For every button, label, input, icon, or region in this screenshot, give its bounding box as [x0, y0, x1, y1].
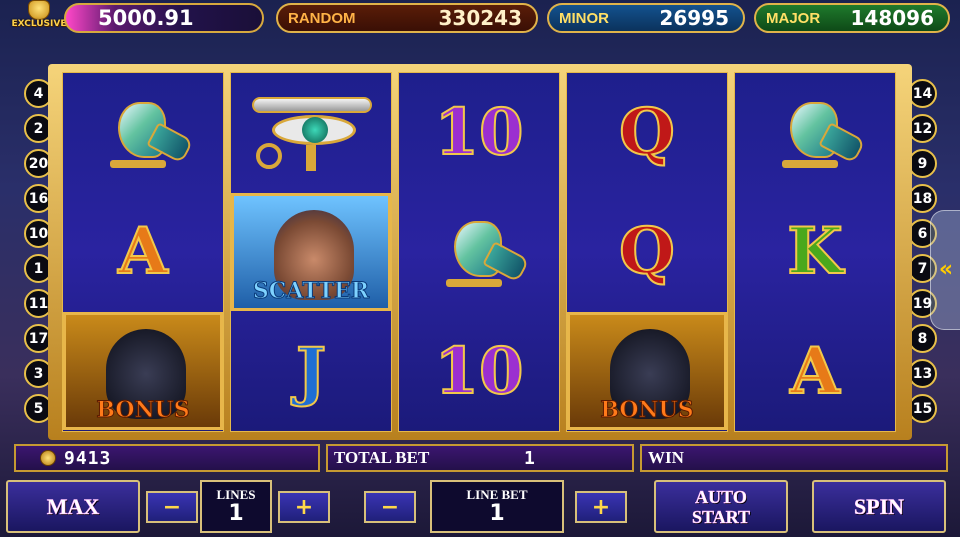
reel-cell — [735, 73, 895, 192]
card-symbol: K — [786, 213, 844, 290]
jackpot-value: 26995 — [659, 6, 729, 30]
reel-2: SCATTER J — [230, 72, 392, 432]
start-label: START — [691, 506, 751, 527]
jackpot-random: RANDOM 330243 — [276, 3, 538, 33]
falcon-icon — [770, 90, 866, 176]
reel-cell: 10 — [399, 312, 559, 431]
reel-1: A BONUS — [62, 72, 224, 432]
win-bar: WIN — [640, 444, 948, 472]
coin-icon — [40, 450, 56, 466]
line-bet-label: LINE BET — [466, 487, 528, 502]
reel-cell — [231, 73, 391, 192]
payline-badge[interactable]: 15 — [908, 394, 937, 423]
jackpot-label: RANDOM — [288, 9, 356, 27]
reels-grid: A BONUS SCATTER J 10 10 Q Q BONUS K A — [62, 72, 898, 432]
auto-start-button[interactable]: AUTO START — [654, 480, 788, 533]
card-symbol: Q — [618, 213, 676, 290]
payline-badge[interactable]: 8 — [908, 324, 937, 353]
lines-increase-button[interactable]: + — [278, 491, 330, 523]
line-bet-display: LINE BET 1 — [430, 480, 564, 533]
spin-button[interactable]: SPIN — [812, 480, 946, 533]
total-bet-value: 1 — [524, 447, 536, 469]
bonus-symbol: BONUS — [63, 312, 223, 431]
lines-display: LINES 1 — [200, 480, 272, 533]
card-symbol: J — [295, 333, 327, 410]
reel-cell: A — [63, 192, 223, 311]
jackpot-value: 148096 — [850, 6, 935, 30]
reel-cell: J — [231, 312, 391, 431]
reels-frame: A BONUS SCATTER J 10 10 Q Q BONUS K A — [48, 64, 912, 440]
lines-label: LINES — [216, 487, 256, 502]
card-symbol: 10 — [433, 94, 524, 171]
double-chevron-left-icon: « — [938, 257, 954, 282]
scatter-label: SCATTER — [252, 277, 370, 304]
line-bet-increase-button[interactable]: + — [575, 491, 627, 523]
exclusive-badge: EXCLUSIVE — [6, 0, 70, 34]
credits-value: 9413 — [64, 447, 112, 469]
side-menu-tab[interactable]: « — [930, 210, 960, 330]
payline-badge[interactable]: 13 — [908, 359, 937, 388]
top-bar: EXCLUSIVE 5000.91 RANDOM 330243 MINOR 26… — [0, 0, 960, 36]
balance-display: 5000.91 — [64, 3, 264, 33]
reel-cell: BONUS — [63, 312, 223, 431]
reel-5: KA — [734, 72, 896, 432]
card-symbol: 10 — [433, 333, 524, 410]
bonus-label: BONUS — [96, 397, 190, 424]
crown-icon — [28, 0, 50, 20]
max-bet-button[interactable]: MAX — [6, 480, 140, 533]
reel-cell: K — [735, 192, 895, 311]
reel-3: 10 10 — [398, 72, 560, 432]
payline-badge[interactable]: 12 — [908, 114, 937, 143]
credits-bar: 9413 — [14, 444, 320, 472]
payline-badge[interactable]: 9 — [908, 149, 937, 178]
card-symbol: A — [117, 213, 169, 290]
reel-cell: A — [735, 312, 895, 431]
total-bet-bar: TOTAL BET 1 — [326, 444, 634, 472]
jackpot-label: MINOR — [559, 9, 609, 27]
falcon-icon — [98, 90, 194, 176]
line-bet-decrease-button[interactable]: − — [364, 491, 416, 523]
card-symbol: Q — [618, 94, 676, 171]
payline-badge[interactable]: 14 — [908, 79, 937, 108]
total-bet-label: TOTAL BET — [334, 448, 430, 467]
reel-cell: Q — [567, 73, 727, 192]
card-symbol: A — [789, 333, 841, 410]
payline-badge[interactable]: 18 — [908, 184, 937, 213]
scatter-symbol: SCATTER — [231, 192, 391, 311]
eye-of-horus-icon — [246, 93, 376, 173]
jackpot-major: MAJOR 148096 — [754, 3, 950, 33]
jackpot-value: 330243 — [438, 6, 523, 30]
line-bet-value: 1 — [489, 501, 505, 526]
jackpot-minor: MINOR 26995 — [547, 3, 745, 33]
reel-cell: BONUS — [567, 312, 727, 431]
lines-value: 1 — [228, 501, 244, 526]
lines-decrease-button[interactable]: − — [146, 491, 198, 523]
reel-cell — [399, 192, 559, 311]
auto-label: AUTO — [695, 486, 747, 507]
win-label: WIN — [648, 448, 684, 467]
reel-cell — [63, 73, 223, 192]
bonus-symbol: BONUS — [567, 312, 727, 431]
exclusive-label: EXCLUSIVE — [11, 19, 67, 29]
bonus-label: BONUS — [600, 397, 694, 424]
reel-4: Q Q BONUS — [566, 72, 728, 432]
falcon-icon — [434, 209, 530, 295]
reel-cell: 10 — [399, 73, 559, 192]
reel-cell: Q — [567, 192, 727, 311]
reel-cell: SCATTER — [231, 192, 391, 311]
jackpot-label: MAJOR — [766, 9, 821, 27]
